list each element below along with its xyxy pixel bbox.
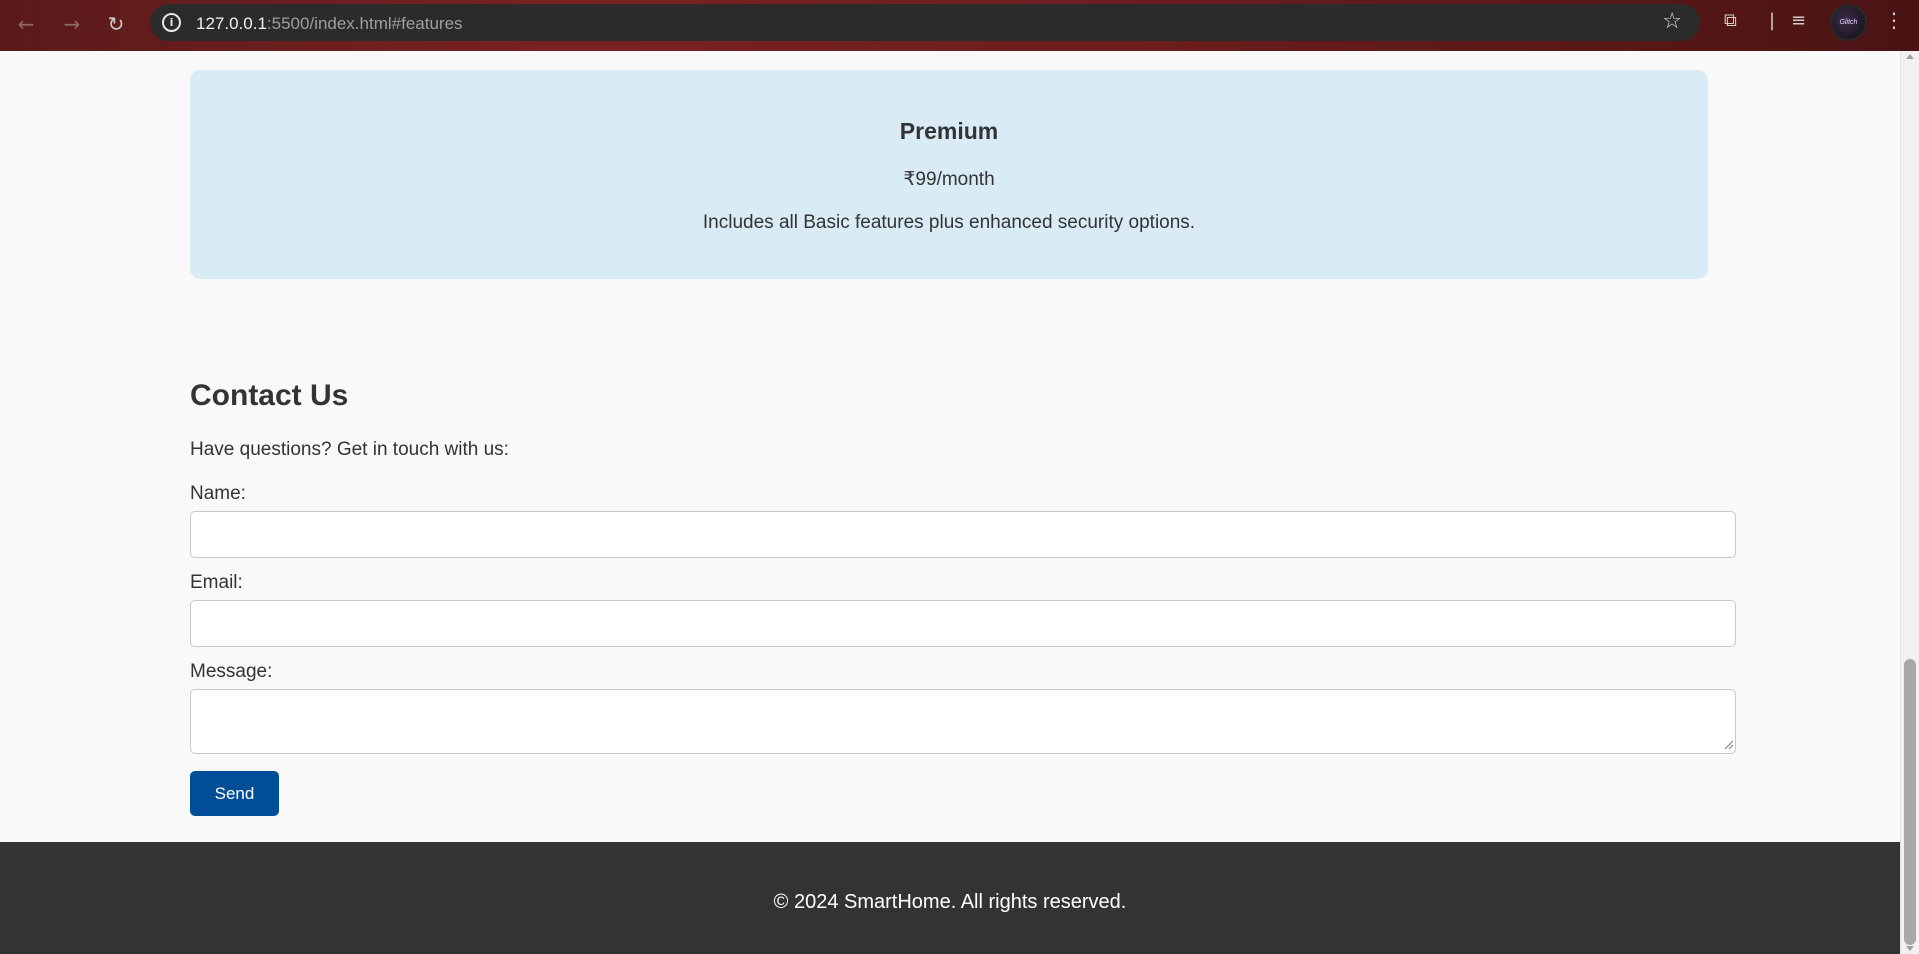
url-path: :5500/index.html#features: [266, 14, 463, 33]
footer: © 2024 SmartHome. All rights reserved.: [0, 842, 1900, 954]
plan-title: Premium: [899, 118, 999, 144]
puzzle-icon[interactable]: ⧉: [1724, 10, 1737, 31]
contact-title: Contact Us: [190, 379, 349, 412]
email-input[interactable]: [190, 600, 1736, 647]
avatar[interactable]: Glitch: [1830, 4, 1867, 41]
info-icon[interactable]: i: [162, 13, 181, 32]
message-textarea[interactable]: [190, 689, 1736, 754]
scrollbar-thumb[interactable]: [1904, 659, 1916, 945]
back-icon[interactable]: ←: [12, 10, 40, 38]
url-host: 127.0.0.1: [196, 14, 267, 33]
address-bar[interactable]: i 127.0.0.1:5500/index.html#features ☆: [150, 4, 1700, 41]
forward-icon[interactable]: →: [58, 10, 86, 38]
message-label: Message:: [190, 661, 273, 682]
page-scrollbar[interactable]: [1900, 51, 1919, 954]
name-input[interactable]: [190, 511, 1736, 558]
scroll-up-icon[interactable]: [1906, 54, 1914, 59]
scroll-down-icon[interactable]: [1906, 946, 1914, 951]
name-label: Name:: [190, 483, 246, 504]
star-icon[interactable]: ☆: [1662, 9, 1682, 34]
email-label: Email:: [190, 572, 243, 593]
kebab-menu-icon[interactable]: ⋮: [1884, 8, 1904, 32]
divider: |: [1769, 10, 1776, 31]
media-queue-icon[interactable]: ≡: [1791, 10, 1806, 31]
plan-description: Includes all Basic features plus enhance…: [702, 212, 1196, 233]
plan-price: ₹99/month: [903, 169, 995, 190]
footer-copyright: © 2024 SmartHome. All rights reserved.: [773, 891, 1127, 913]
url-text[interactable]: 127.0.0.1:5500/index.html#features: [196, 14, 463, 34]
browser-toolbar: ← → ↻ i 127.0.0.1:5500/index.html#featur…: [0, 0, 1919, 51]
contact-intro: Have questions? Get in touch with us:: [190, 439, 509, 460]
plan-card-premium: Premium ₹99/month Includes all Basic fea…: [190, 70, 1708, 279]
reload-icon[interactable]: ↻: [102, 10, 130, 38]
send-button[interactable]: Send: [190, 771, 279, 816]
